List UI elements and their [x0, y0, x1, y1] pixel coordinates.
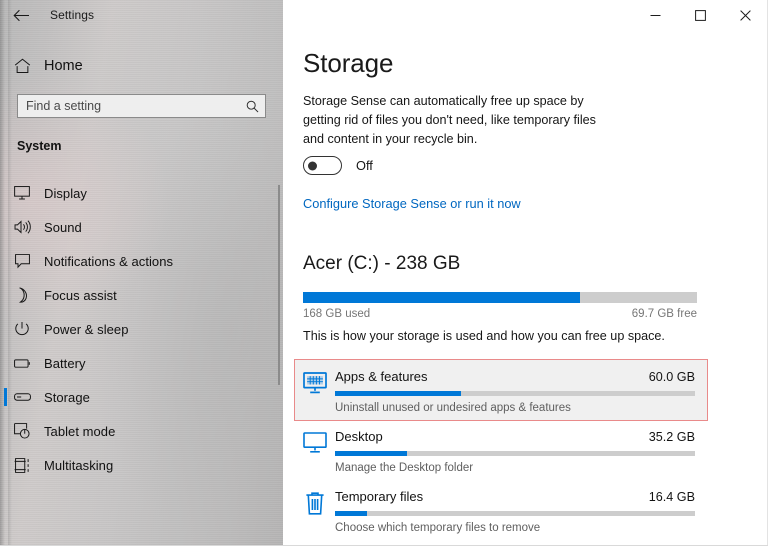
sidebar-home-label: Home	[44, 58, 83, 74]
maximize-button[interactable]	[678, 0, 723, 30]
category-size: 35.2 GB	[649, 430, 695, 444]
tablet-icon	[0, 423, 44, 439]
category-header: Apps & features 60.0 GB	[335, 369, 695, 384]
category-usage-bar	[335, 451, 695, 456]
sidebar-item-label: Multitasking	[44, 458, 113, 473]
storage-sense-toggle[interactable]	[303, 156, 342, 175]
toggle-knob	[308, 161, 317, 170]
category-name: Apps & features	[335, 369, 428, 384]
category-subtitle: Uninstall unused or undesired apps & fea…	[335, 402, 695, 414]
apps-features-icon	[295, 369, 335, 394]
sidebar-item-sound[interactable]: Sound	[0, 210, 283, 244]
multitasking-icon	[0, 458, 44, 473]
category-usage-bar	[335, 391, 695, 396]
drive-usage-fill	[303, 292, 580, 303]
battery-icon	[0, 358, 44, 369]
storage-category-row[interactable]: Temporary files 16.4 GB Choose which tempo…	[295, 480, 707, 540]
category-usage-fill	[335, 511, 367, 516]
sidebar-item-battery[interactable]: Battery	[0, 346, 283, 380]
minimize-button[interactable]	[633, 0, 678, 30]
trash-bin-icon	[295, 489, 335, 515]
sidebar: Settings Home System Display Sound Notific…	[0, 0, 283, 546]
sidebar-section-title: System	[17, 139, 61, 153]
category-body: Apps & features 60.0 GB Uninstall unused o…	[335, 369, 699, 414]
main-content: Storage Storage Sense can automatically …	[283, 0, 768, 546]
sidebar-item-multitasking[interactable]: Multitasking	[0, 448, 283, 482]
settings-window: Settings Home System Display Sound Notific…	[0, 0, 768, 546]
power-icon	[0, 321, 44, 337]
desktop-monitor-icon	[295, 429, 335, 453]
drive-title: Acer (C:) - 238 GB	[303, 253, 460, 275]
category-subtitle: Manage the Desktop folder	[335, 462, 695, 474]
sidebar-item-label: Display	[44, 186, 87, 201]
sidebar-item-label: Tablet mode	[44, 424, 115, 439]
window-controls	[633, 0, 768, 30]
storage-sense-description: Storage Sense can automatically free up …	[303, 92, 603, 149]
sidebar-item-power-sleep[interactable]: Power & sleep	[0, 312, 283, 346]
back-button[interactable]	[0, 0, 42, 30]
sidebar-item-label: Notifications & actions	[44, 254, 173, 269]
app-title: Settings	[50, 8, 94, 22]
sidebar-item-display[interactable]: Display	[0, 176, 283, 210]
storage-sense-toggle-row: Off	[303, 156, 373, 175]
sidebar-scrollbar[interactable]	[278, 185, 280, 385]
sidebar-item-label: Battery	[44, 356, 86, 371]
configure-storage-sense-link[interactable]: Configure Storage Sense or run it now	[303, 196, 521, 211]
storage-category-row[interactable]: Desktop 35.2 GB Manage the Desktop folder	[295, 420, 707, 480]
category-usage-bar	[335, 511, 695, 516]
sidebar-item-notifications-actions[interactable]: Notifications & actions	[0, 244, 283, 278]
category-header: Temporary files 16.4 GB	[335, 489, 695, 504]
category-subtitle: Choose which temporary files to remove	[335, 522, 695, 534]
titlebar-left: Settings	[0, 0, 283, 30]
moon-icon	[0, 287, 44, 303]
category-usage-fill	[335, 451, 407, 456]
search-input[interactable]	[18, 95, 239, 117]
storage-sense-state-label: Off	[356, 158, 373, 173]
close-button[interactable]	[723, 0, 768, 30]
drive-free-label: 69.7 GB free	[303, 308, 697, 320]
category-header: Desktop 35.2 GB	[335, 429, 695, 444]
storage-caption: This is how your storage is used and how…	[303, 329, 665, 343]
category-size: 16.4 GB	[649, 490, 695, 504]
category-usage-fill	[335, 391, 461, 396]
sidebar-item-tablet-mode[interactable]: Tablet mode	[0, 414, 283, 448]
search-box[interactable]	[17, 94, 266, 118]
page-title: Storage	[303, 48, 393, 79]
category-name: Desktop	[335, 429, 383, 444]
selection-indicator	[4, 388, 7, 406]
drive-usage-bar	[303, 292, 697, 303]
sidebar-item-focus-assist[interactable]: Focus assist	[0, 278, 283, 312]
notification-icon	[0, 254, 44, 269]
category-name: Temporary files	[335, 489, 423, 504]
storage-category-list: Apps & features 60.0 GB Uninstall unused o…	[295, 360, 707, 540]
storage-category-row[interactable]: Apps & features 60.0 GB Uninstall unused o…	[295, 360, 707, 420]
category-size: 60.0 GB	[649, 370, 695, 384]
category-body: Temporary files 16.4 GB Choose which tempo…	[335, 489, 699, 534]
home-icon	[0, 58, 44, 74]
sidebar-item-home[interactable]: Home	[0, 52, 283, 80]
sidebar-item-label: Focus assist	[44, 288, 117, 303]
monitor-icon	[0, 186, 44, 200]
sidebar-nav: Display Sound Notifications & actions Focus…	[0, 176, 283, 482]
sidebar-item-storage[interactable]: Storage	[0, 380, 283, 414]
search-icon[interactable]	[239, 95, 265, 117]
category-body: Desktop 35.2 GB Manage the Desktop folder	[335, 429, 699, 474]
sidebar-item-label: Storage	[44, 390, 90, 405]
sidebar-item-label: Power & sleep	[44, 322, 128, 337]
speaker-icon	[0, 220, 44, 234]
sidebar-item-label: Sound	[44, 220, 82, 235]
